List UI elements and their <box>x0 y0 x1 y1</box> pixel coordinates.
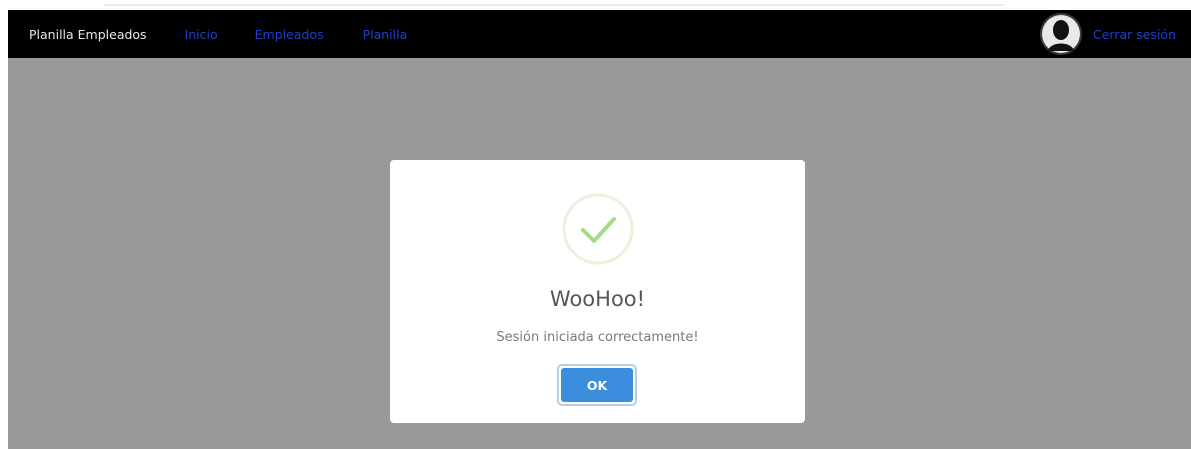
logout-link[interactable]: Cerrar sesión <box>1093 27 1176 42</box>
ok-button[interactable]: OK <box>561 368 633 402</box>
top-strip <box>8 0 1191 10</box>
ok-button-focus-ring: OK <box>557 364 637 406</box>
user-silhouette-icon <box>1039 13 1082 55</box>
page: Planilla Empleados Inicio Empleados Plan… <box>8 0 1191 449</box>
nav-link-inicio[interactable]: Inicio <box>185 27 218 42</box>
navbar: Planilla Empleados Inicio Empleados Plan… <box>8 10 1191 58</box>
modal-message: Sesión iniciada correctamente! <box>496 330 699 345</box>
modal-title: WooHoo! <box>549 287 646 311</box>
nav-right: Cerrar sesión <box>1039 10 1191 58</box>
top-strip-line <box>104 4 1004 6</box>
brand-title[interactable]: Planilla Empleados <box>29 27 147 42</box>
nav-link-empleados[interactable]: Empleados <box>255 27 324 42</box>
success-modal: WooHoo! Sesión iniciada correctamente! O… <box>390 160 805 423</box>
avatar[interactable] <box>1039 13 1082 55</box>
success-check-icon <box>562 193 634 265</box>
nav-link-planilla[interactable]: Planilla <box>363 27 408 42</box>
